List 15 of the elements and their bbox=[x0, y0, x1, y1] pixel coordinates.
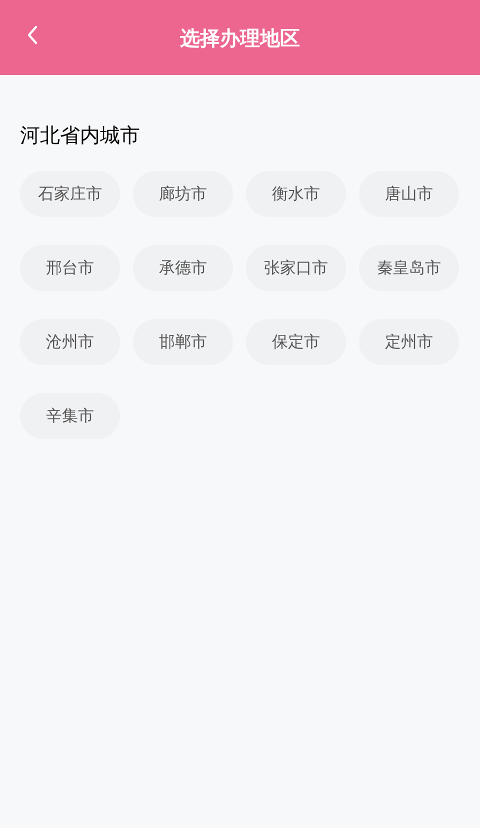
city-chip[interactable]: 廊坊市 bbox=[133, 171, 233, 217]
city-chip[interactable]: 张家口市 bbox=[246, 245, 346, 291]
city-chip[interactable]: 辛集市 bbox=[20, 393, 120, 439]
city-chip[interactable]: 石家庄市 bbox=[20, 171, 120, 217]
page-title: 选择办理地区 bbox=[180, 24, 300, 52]
city-chip[interactable]: 秦皇岛市 bbox=[359, 245, 459, 291]
section-title: 河北省内城市 bbox=[20, 122, 140, 149]
city-chip[interactable]: 邢台市 bbox=[20, 245, 120, 291]
city-chip[interactable]: 衡水市 bbox=[246, 171, 346, 217]
city-chip[interactable]: 定州市 bbox=[359, 319, 459, 365]
city-chip[interactable]: 邯郸市 bbox=[133, 319, 233, 365]
city-chip[interactable]: 沧州市 bbox=[20, 319, 120, 365]
city-chip[interactable]: 唐山市 bbox=[359, 171, 459, 217]
city-chip[interactable]: 承德市 bbox=[133, 245, 233, 291]
city-chip[interactable]: 保定市 bbox=[246, 319, 346, 365]
